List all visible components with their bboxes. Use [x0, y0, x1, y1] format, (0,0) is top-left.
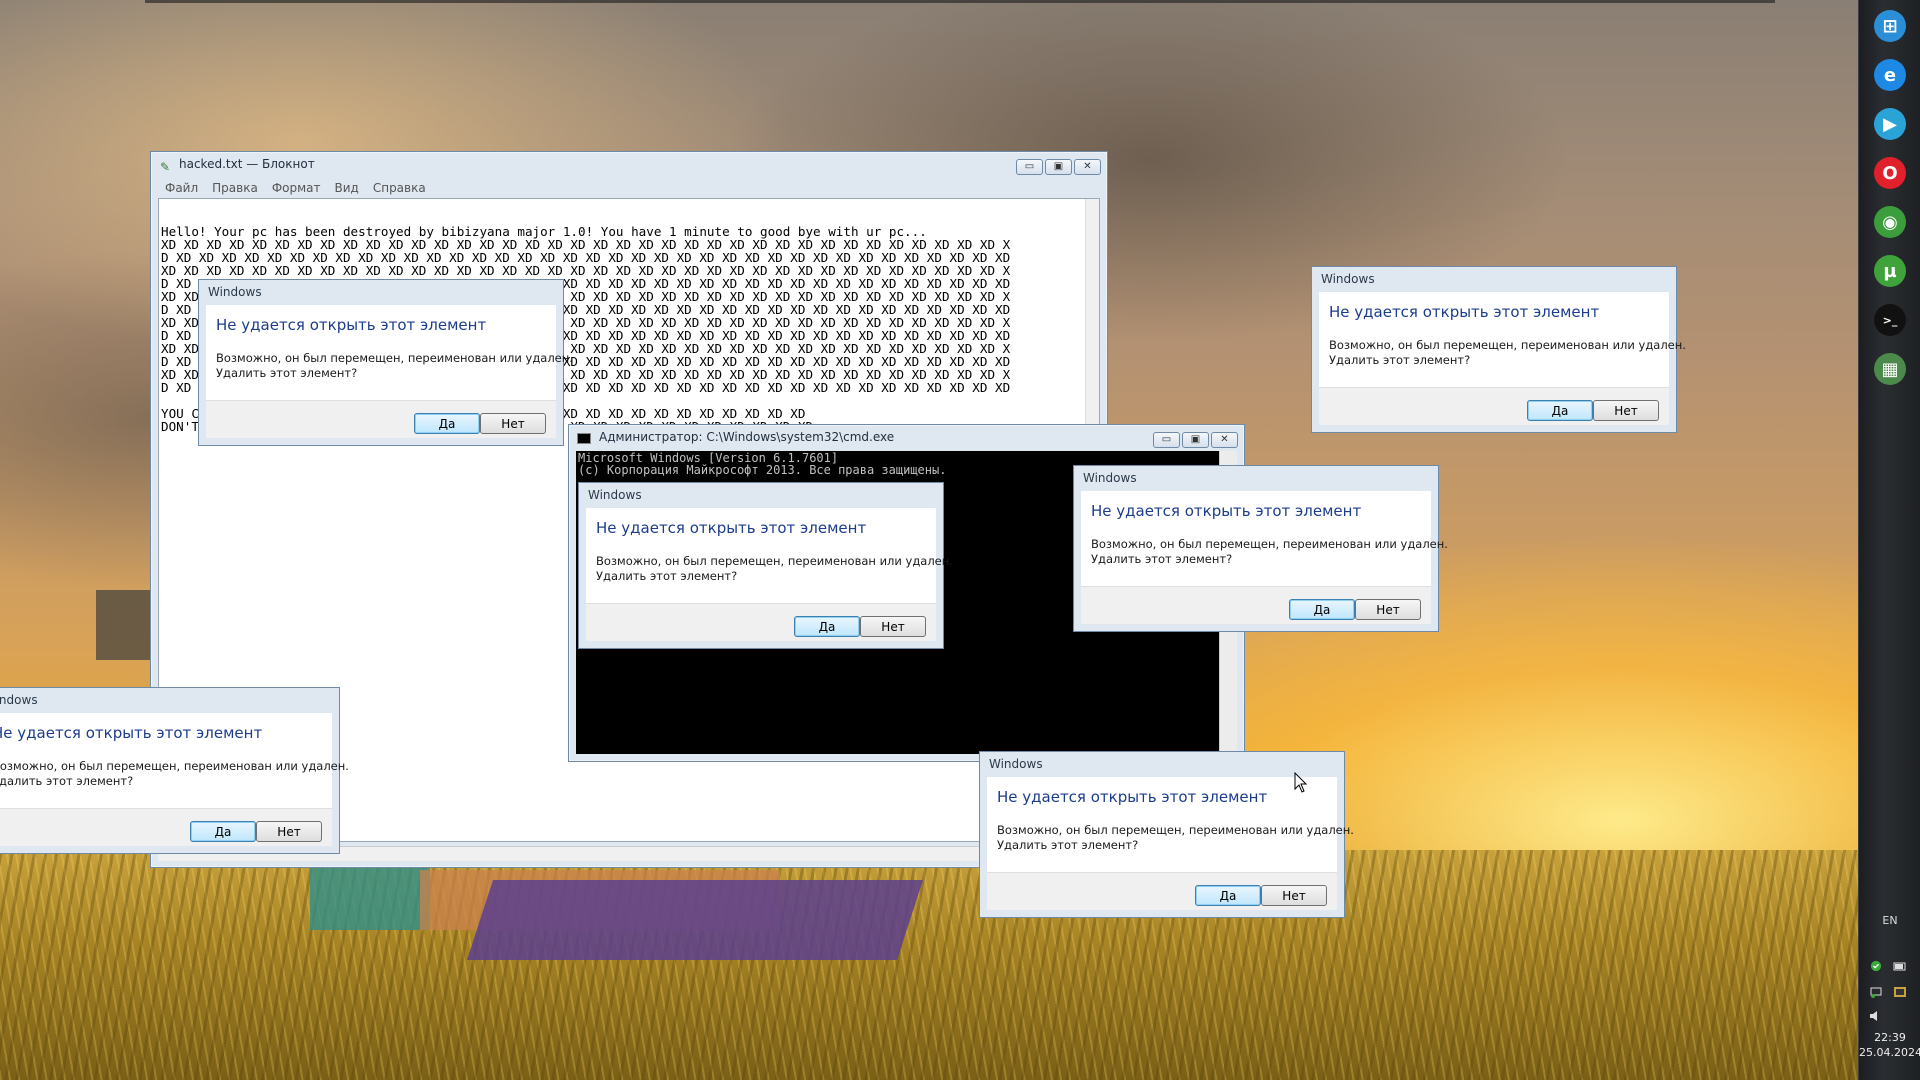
cmd-window-controls: ▭ ▣ ✕: [1153, 432, 1238, 448]
dialog-message: Возможно, он был перемещен, переименован…: [0, 759, 349, 788]
yes-button[interactable]: Да: [794, 616, 860, 637]
dialog-title: Windows: [1083, 471, 1137, 485]
tray-battery-icon[interactable]: [1893, 960, 1907, 972]
dialog-body: Не удается открыть этот элемент Возможно…: [206, 305, 573, 400]
minimize-button[interactable]: ▭: [1153, 432, 1180, 448]
no-button[interactable]: Нет: [480, 413, 546, 434]
close-button[interactable]: ✕: [1211, 432, 1238, 448]
media-player-icon: ▶: [1874, 108, 1906, 140]
wallpaper-block-purple: [467, 880, 923, 960]
taskbar-button[interactable]: ▶: [1870, 104, 1910, 144]
chrome-icon: ◉: [1874, 206, 1906, 238]
error-dialog[interactable]: Windows Не удается открыть этот элемент …: [198, 279, 573, 446]
taskbar: ⊞ e ▶ O ◉ µ >_ ▦ EN 22:39 25.04.2024: [1858, 0, 1920, 1080]
error-dialog[interactable]: Windows Не удается открыть этот элемент …: [979, 751, 1354, 918]
dialog-footer: Да Нет: [206, 400, 556, 438]
taskbar-button[interactable]: ▦: [1870, 349, 1910, 389]
tray-network-icon[interactable]: [1869, 986, 1883, 998]
dialog-footer: Да Нет: [987, 872, 1337, 910]
notepad-menu-bar: Файл Правка Формат Вид Справка: [158, 178, 433, 198]
menu-help[interactable]: Справка: [366, 178, 433, 198]
notepad-icon: ✎: [160, 160, 171, 174]
wallpaper-block-dark: [96, 590, 152, 660]
language-indicator[interactable]: EN: [1859, 914, 1920, 927]
dialog-footer: Да Нет: [1319, 387, 1669, 425]
yes-button[interactable]: Да: [1527, 400, 1593, 421]
yes-button[interactable]: Да: [414, 413, 480, 434]
menu-format[interactable]: Формат: [265, 178, 328, 198]
notepad-window-controls: ▭ ▣ ✕: [1016, 159, 1101, 175]
menu-file[interactable]: Файл: [158, 178, 205, 198]
dialog-heading: Не удается открыть этот элемент: [596, 519, 867, 537]
notepad-title: hacked.txt — Блокнот: [179, 157, 315, 171]
no-button[interactable]: Нет: [1593, 400, 1659, 421]
menu-edit[interactable]: Правка: [205, 178, 265, 198]
taskbar-button[interactable]: ◉: [1870, 202, 1910, 242]
dialog-heading: Не удается открыть этот элемент: [1329, 303, 1600, 321]
yes-button[interactable]: Да: [190, 821, 256, 842]
taskbar-button[interactable]: >_: [1870, 300, 1910, 340]
clock-date: 25.04.2024: [1859, 1046, 1920, 1059]
minimize-button[interactable]: ▭: [1016, 159, 1043, 175]
dialog-title: Windows: [208, 285, 262, 299]
dialog-message: Возможно, он был перемещен, переименован…: [1329, 338, 1686, 367]
error-dialog[interactable]: Windows Не удается открыть этот элемент …: [1073, 465, 1448, 632]
dialog-heading: Не удается открыть этот элемент: [1091, 502, 1362, 520]
yes-button[interactable]: Да: [1289, 599, 1355, 620]
dialog-footer: Да Нет: [1081, 586, 1431, 624]
dialog-heading: Не удается открыть этот элемент: [997, 788, 1268, 806]
close-button[interactable]: ✕: [1074, 159, 1101, 175]
dialog-heading: Не удается открыть этот элемент: [216, 316, 487, 334]
no-button[interactable]: Нет: [256, 821, 322, 842]
tray-shield-icon[interactable]: [1869, 960, 1883, 972]
wallpaper-block-teal: [310, 860, 430, 930]
clock-time: 22:39: [1874, 1031, 1906, 1044]
yes-button[interactable]: Да: [1195, 885, 1261, 906]
cmd-title: Администратор: C:\Windows\system32\cmd.e…: [599, 430, 895, 444]
dialog-body: Не удается открыть этот элемент Возможно…: [987, 777, 1354, 872]
cmd-window-icon: [577, 433, 591, 444]
dialog-footer: Да Нет: [586, 603, 936, 641]
internet-explorer-icon: e: [1874, 59, 1906, 91]
dialog-title: Windows: [0, 693, 38, 707]
dialog-body: Не удается открыть этот элемент Возможно…: [1319, 292, 1686, 387]
dialog-title: Windows: [989, 757, 1043, 771]
no-button[interactable]: Нет: [860, 616, 926, 637]
dialog-message: Возможно, он был перемещен, переименован…: [216, 351, 573, 380]
dialog-message: Возможно, он был перемещен, переименован…: [997, 823, 1354, 852]
maximize-button[interactable]: ▣: [1045, 159, 1072, 175]
dialog-heading: Не удается открыть этот элемент: [0, 724, 263, 742]
windows-start-icon: ⊞: [1874, 10, 1906, 42]
top-window-edge: [145, 0, 1775, 3]
error-dialog[interactable]: Windows Не удается открыть этот элемент …: [578, 482, 953, 649]
network-app-icon: ▦: [1874, 353, 1906, 385]
menu-view[interactable]: Вид: [328, 178, 366, 198]
dialog-body: Не удается открыть этот элемент Возможно…: [586, 508, 953, 603]
taskbar-clock[interactable]: 22:39 25.04.2024: [1859, 1030, 1920, 1060]
dialog-message: Возможно, он был перемещен, переименован…: [1091, 537, 1448, 566]
taskbar-button[interactable]: O: [1870, 153, 1910, 193]
mouse-cursor-icon: [1294, 772, 1308, 793]
tray-app-icon[interactable]: [1893, 986, 1907, 998]
maximize-button[interactable]: ▣: [1182, 432, 1209, 448]
tray-volume-icon[interactable]: [1869, 1010, 1883, 1022]
error-dialog[interactable]: Windows Не удается открыть этот элемент …: [0, 687, 349, 854]
no-button[interactable]: Нет: [1261, 885, 1327, 906]
wheat-field: [0, 850, 1858, 1080]
dialog-body: Не удается открыть этот элемент Возможно…: [0, 713, 349, 808]
opera-icon: O: [1874, 157, 1906, 189]
cmd-icon: >_: [1874, 304, 1906, 336]
dialog-footer: Да Нет: [0, 808, 332, 846]
taskbar-button[interactable]: ⊞: [1870, 6, 1910, 46]
taskbar-button[interactable]: e: [1870, 55, 1910, 95]
no-button[interactable]: Нет: [1355, 599, 1421, 620]
dialog-title: Windows: [1321, 272, 1375, 286]
dialog-body: Не удается открыть этот элемент Возможно…: [1081, 491, 1448, 586]
dialog-message: Возможно, он был перемещен, переименован…: [596, 554, 953, 583]
utorrent-icon: µ: [1874, 255, 1906, 287]
taskbar-button[interactable]: µ: [1870, 251, 1910, 291]
error-dialog[interactable]: Windows Не удается открыть этот элемент …: [1311, 266, 1686, 433]
dialog-title: Windows: [588, 488, 642, 502]
